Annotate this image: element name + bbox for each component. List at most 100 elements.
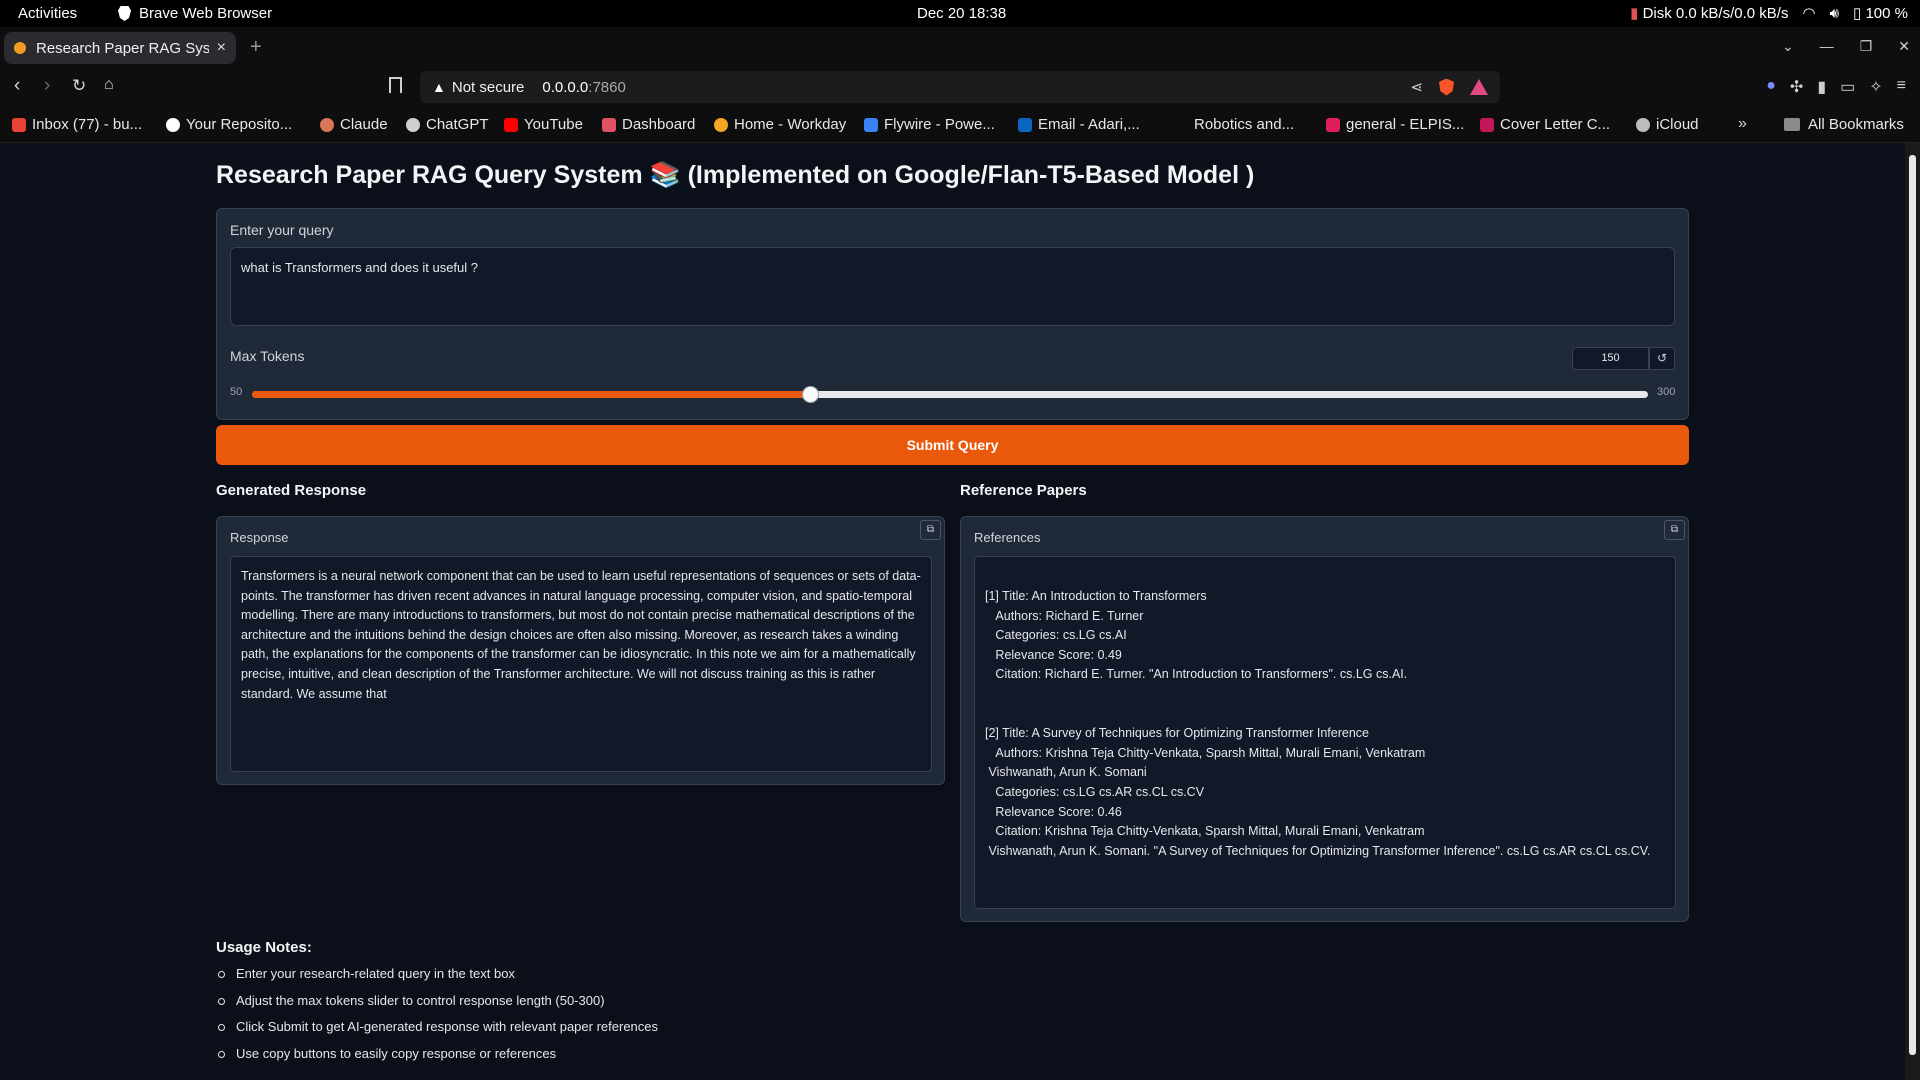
brave-rewards-icon[interactable]	[1470, 79, 1488, 95]
url-host: 0.0.0.0	[542, 78, 589, 96]
query-label: Enter your query	[230, 222, 334, 238]
bookmark-item[interactable]: ChatGPT	[406, 116, 489, 133]
tab-title: Research Paper RAG System	[36, 39, 209, 57]
app-name: Brave Web Browser	[139, 5, 273, 22]
slack-icon	[1326, 117, 1340, 132]
brave-lion-icon	[118, 6, 131, 21]
chatgpt-icon	[406, 117, 420, 132]
submit-query-button[interactable]: Submit Query	[216, 425, 1689, 465]
sidebar-icon[interactable]: ▮	[1817, 77, 1826, 97]
copy-icon[interactable]: ⧉	[920, 520, 941, 540]
app-menu[interactable]: Brave Web Browser	[118, 5, 272, 22]
disk-icon: ▮	[1630, 5, 1639, 22]
gradio-favicon-icon	[14, 42, 26, 54]
home-icon[interactable]: ⌂	[104, 76, 114, 94]
query-panel: Enter your query what is Transformers an…	[216, 208, 1689, 420]
slider-fill	[252, 391, 811, 398]
response-textbox[interactable]: Transformers is a neural network compone…	[230, 556, 932, 772]
bookmark-item[interactable]: Robotics and...	[1194, 116, 1294, 133]
claude-icon	[320, 117, 334, 132]
bookmark-item[interactable]: Flywire - Powe...	[864, 116, 995, 133]
references-label: References	[974, 530, 1041, 545]
folder-icon	[1784, 118, 1800, 131]
url-port: :7860	[588, 78, 626, 96]
bookmark-item[interactable]: Inbox (77) - bu...	[12, 116, 142, 133]
bookmark-label: Your Reposito...	[186, 116, 293, 133]
warning-icon[interactable]: ▲	[432, 79, 446, 95]
window-controls: ⌄ — ❐ ✕	[1782, 38, 1910, 55]
max-tokens-number[interactable]: 150	[1572, 347, 1649, 370]
status-area[interactable]: ▮ Disk 0.0 kB/s/0.0 kB/s ◠ 🔊︎ ▯ 100 %	[1630, 4, 1908, 23]
bookmark-label: Dashboard	[622, 116, 696, 133]
max-tokens-label: Max Tokens	[230, 348, 305, 364]
bookmark-item[interactable]: Cover Letter C...	[1480, 116, 1610, 133]
all-bookmarks-label: All Bookmarks	[1808, 116, 1904, 133]
reset-icon[interactable]: ↺	[1649, 347, 1675, 370]
bookmark-label: general - ELPIS...	[1346, 116, 1465, 133]
bookmark-page-icon[interactable]	[389, 77, 402, 93]
page-scrollbar[interactable]	[1905, 143, 1920, 1080]
dashboard-icon	[602, 117, 616, 132]
outlook-icon	[1018, 117, 1032, 132]
restore-icon[interactable]: ❐	[1860, 38, 1873, 55]
clock[interactable]: Dec 20 18:38	[917, 5, 1006, 22]
share-icon[interactable]: ⋖	[1410, 78, 1423, 96]
bookmark-item[interactable]: iCloud	[1636, 116, 1699, 133]
bookmark-label: Inbox (77) - bu...	[32, 116, 143, 133]
reference-papers-heading: Reference Papers	[960, 482, 1087, 499]
slider-min-label: 50	[230, 386, 243, 398]
battery-indicator: ▯ 100 %	[1853, 4, 1908, 22]
bookmark-item[interactable]: Email - Adari,...	[1018, 116, 1140, 133]
tab-search-icon[interactable]: ⌄	[1782, 38, 1794, 55]
wallet-icon[interactable]: ▭	[1840, 77, 1855, 97]
query-input[interactable]: what is Transformers and does it useful …	[230, 247, 1675, 326]
references-textbox[interactable]: [1] Title: An Introduction to Transforme…	[974, 556, 1676, 909]
bookmark-item[interactable]: Home - Workday	[714, 116, 846, 133]
max-tokens-slider[interactable]	[252, 391, 1648, 398]
url-text[interactable]: 0.0.0.0:7860	[542, 79, 625, 96]
youtube-icon	[504, 117, 518, 132]
tab-active[interactable]: Research Paper RAG System ×	[4, 32, 236, 64]
browser-toolbar: ‹ › ↻ ⌂ ▲ Not secure 0.0.0.0:7860 ⋖ ● ✣ …	[0, 67, 1920, 107]
close-tab-icon[interactable]: ×	[217, 39, 226, 57]
all-bookmarks-button[interactable]: All Bookmarks	[1784, 116, 1904, 133]
bookmark-label: Claude	[340, 116, 388, 133]
bookmark-label: iCloud	[1656, 116, 1699, 133]
reload-icon[interactable]: ↻	[72, 76, 86, 96]
bookmark-label: ChatGPT	[426, 116, 489, 133]
bookmark-item[interactable]: Your Reposito...	[166, 116, 292, 133]
security-status[interactable]: Not secure	[452, 79, 525, 96]
list-item: Enter your research-related query in the…	[216, 966, 658, 993]
bookmark-item[interactable]: YouTube	[504, 116, 583, 133]
list-item: Click Submit to get AI-generated respons…	[216, 1019, 658, 1046]
forward-icon[interactable]: ›	[44, 75, 50, 97]
bookmark-item[interactable]: general - ELPIS...	[1326, 116, 1464, 133]
gradio-app: Research Paper RAG Query System 📚 (Imple…	[0, 143, 1905, 1080]
bookmark-label: Robotics and...	[1194, 116, 1295, 133]
references-panel: References ⧉ [1] Title: An Introduction …	[960, 516, 1689, 922]
brave-shields-icon[interactable]	[1439, 78, 1454, 96]
address-bar[interactable]: ▲ Not secure 0.0.0.0:7860 ⋖	[420, 71, 1500, 103]
back-icon[interactable]: ‹	[14, 75, 20, 97]
system-top-bar: Activities Brave Web Browser Dec 20 18:3…	[0, 0, 1920, 27]
slider-handle[interactable]	[802, 386, 820, 403]
vpn-icon[interactable]: ●	[1766, 77, 1776, 97]
bookmark-item[interactable]: Dashboard	[602, 116, 695, 133]
copy-icon[interactable]: ⧉	[1664, 520, 1685, 540]
more-bookmarks-icon[interactable]: »	[1738, 115, 1747, 133]
scrollbar-thumb[interactable]	[1909, 155, 1916, 1055]
leo-ai-icon[interactable]: ✧	[1869, 77, 1882, 97]
minimize-icon[interactable]: —	[1820, 38, 1834, 55]
usage-notes-heading: Usage Notes:	[216, 939, 312, 956]
close-window-icon[interactable]: ✕	[1898, 38, 1910, 55]
activities-button[interactable]: Activities	[18, 5, 77, 22]
menu-icon[interactable]: ≡	[1897, 77, 1906, 97]
apple-icon	[1636, 117, 1650, 132]
github-icon	[166, 117, 180, 132]
usage-notes-list: Enter your research-related query in the…	[216, 966, 658, 1073]
new-tab-icon[interactable]: +	[250, 36, 262, 59]
bookmark-item[interactable]: Claude	[320, 116, 388, 133]
flywire-icon	[864, 117, 878, 132]
extensions-icon[interactable]: ✣	[1790, 77, 1803, 97]
disk-monitor: ▮ Disk 0.0 kB/s/0.0 kB/s	[1630, 4, 1788, 22]
